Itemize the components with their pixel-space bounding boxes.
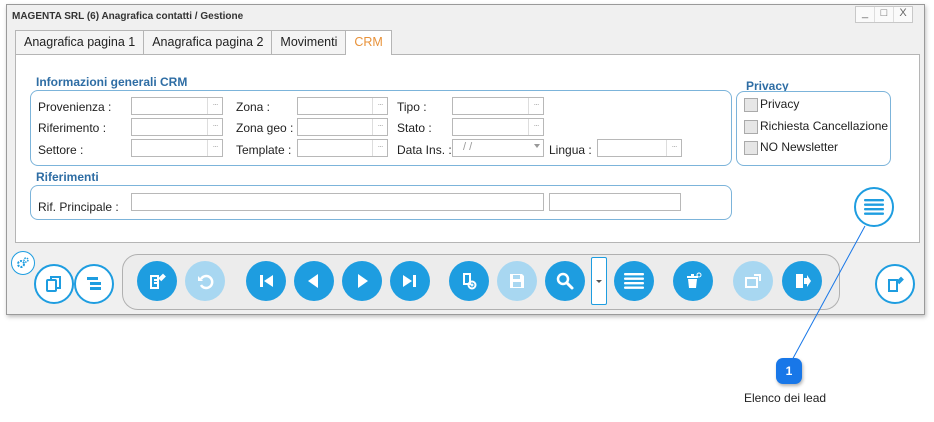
callout-text: Elenco dei lead [744,391,827,405]
tab-crm[interactable]: CRM [345,30,392,55]
callout-badge: 1 [776,358,802,384]
